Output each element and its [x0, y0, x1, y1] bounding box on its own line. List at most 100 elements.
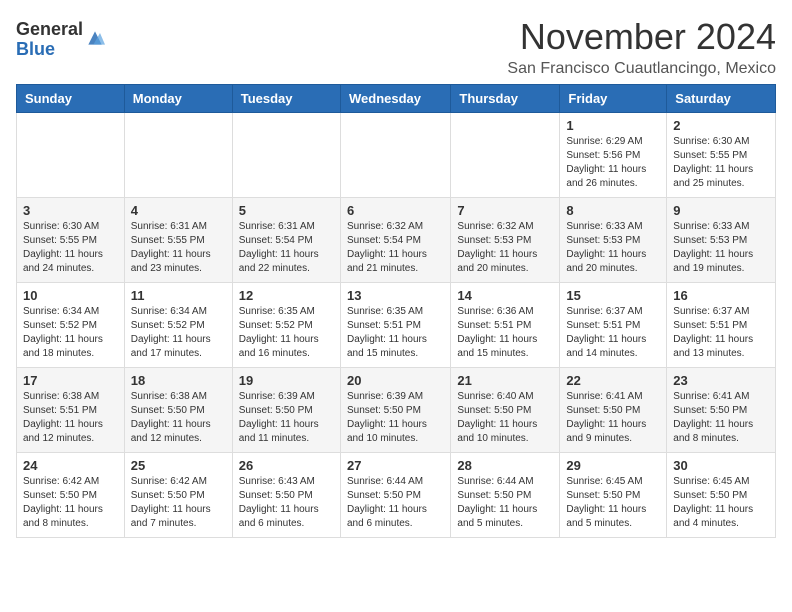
calendar-cell: 14 Sunrise: 6:36 AM Sunset: 5:51 PM Dayli…	[451, 283, 560, 368]
calendar-cell	[451, 113, 560, 198]
day-number: 22	[566, 373, 660, 388]
calendar-cell: 30 Sunrise: 6:45 AM Sunset: 5:50 PM Dayli…	[667, 453, 776, 538]
calendar-day-header: Wednesday	[340, 85, 450, 113]
day-number: 7	[457, 203, 553, 218]
calendar-week-row: 10 Sunrise: 6:34 AM Sunset: 5:52 PM Dayli…	[17, 283, 776, 368]
day-info: Sunrise: 6:29 AM Sunset: 5:56 PM Dayligh…	[566, 135, 660, 191]
calendar-day-header: Monday	[124, 85, 232, 113]
day-info: Sunrise: 6:43 AM Sunset: 5:50 PM Dayligh…	[239, 475, 334, 531]
day-number: 28	[457, 458, 553, 473]
page-header: General Blue November 2024 San Francisco…	[16, 16, 776, 78]
calendar-cell: 5 Sunrise: 6:31 AM Sunset: 5:54 PM Daylig…	[232, 198, 340, 283]
logo: General Blue	[16, 20, 105, 60]
calendar-cell: 10 Sunrise: 6:34 AM Sunset: 5:52 PM Dayli…	[17, 283, 125, 368]
day-number: 26	[239, 458, 334, 473]
calendar-cell: 27 Sunrise: 6:44 AM Sunset: 5:50 PM Dayli…	[340, 453, 450, 538]
day-number: 17	[23, 373, 118, 388]
day-number: 25	[131, 458, 226, 473]
calendar-cell: 29Sunrise: 6:45 AM Sunset: 5:50 PM Dayli…	[560, 453, 667, 538]
day-info: Sunrise: 6:31 AM Sunset: 5:54 PM Dayligh…	[239, 220, 334, 276]
calendar-cell: 25 Sunrise: 6:42 AM Sunset: 5:50 PM Dayli…	[124, 453, 232, 538]
day-info: Sunrise: 6:30 AM Sunset: 5:55 PM Dayligh…	[23, 220, 118, 276]
day-number: 24	[23, 458, 118, 473]
calendar-cell: 9Sunrise: 6:33 AM Sunset: 5:53 PM Daylig…	[667, 198, 776, 283]
day-info: Sunrise: 6:45 AM Sunset: 5:50 PM Dayligh…	[673, 475, 769, 531]
calendar-cell: 3Sunrise: 6:30 AM Sunset: 5:55 PM Daylig…	[17, 198, 125, 283]
month-title: November 2024	[507, 16, 776, 58]
calendar-day-header: Sunday	[17, 85, 125, 113]
day-number: 6	[347, 203, 444, 218]
calendar-cell: 7 Sunrise: 6:32 AM Sunset: 5:53 PM Daylig…	[451, 198, 560, 283]
day-number: 1	[566, 118, 660, 133]
calendar-cell: 16 Sunrise: 6:37 AM Sunset: 5:51 PM Dayli…	[667, 283, 776, 368]
calendar-cell: 4Sunrise: 6:31 AM Sunset: 5:55 PM Daylig…	[124, 198, 232, 283]
day-info: Sunrise: 6:42 AM Sunset: 5:50 PM Dayligh…	[131, 475, 226, 531]
day-number: 5	[239, 203, 334, 218]
day-info: Sunrise: 6:44 AM Sunset: 5:50 PM Dayligh…	[347, 475, 444, 531]
day-info: Sunrise: 6:35 AM Sunset: 5:52 PM Dayligh…	[239, 305, 334, 361]
calendar-cell	[124, 113, 232, 198]
calendar-cell: 1 Sunrise: 6:29 AM Sunset: 5:56 PM Daylig…	[560, 113, 667, 198]
calendar-cell: 19 Sunrise: 6:39 AM Sunset: 5:50 PM Dayli…	[232, 368, 340, 453]
location-subtitle: San Francisco Cuautlancingo, Mexico	[507, 60, 776, 78]
day-number: 16	[673, 288, 769, 303]
day-info: Sunrise: 6:34 AM Sunset: 5:52 PM Dayligh…	[131, 305, 226, 361]
logo-general-text: General	[16, 20, 83, 40]
day-number: 19	[239, 373, 334, 388]
day-number: 29	[566, 458, 660, 473]
day-number: 20	[347, 373, 444, 388]
day-info: Sunrise: 6:35 AM Sunset: 5:51 PM Dayligh…	[347, 305, 444, 361]
calendar-cell: 11 Sunrise: 6:34 AM Sunset: 5:52 PM Dayli…	[124, 283, 232, 368]
calendar-cell: 17 Sunrise: 6:38 AM Sunset: 5:51 PM Dayli…	[17, 368, 125, 453]
day-info: Sunrise: 6:38 AM Sunset: 5:51 PM Dayligh…	[23, 390, 118, 446]
calendar-cell: 28 Sunrise: 6:44 AM Sunset: 5:50 PM Dayli…	[451, 453, 560, 538]
calendar-day-header: Tuesday	[232, 85, 340, 113]
calendar-cell	[17, 113, 125, 198]
day-number: 15	[566, 288, 660, 303]
calendar-cell	[340, 113, 450, 198]
day-info: Sunrise: 6:36 AM Sunset: 5:51 PM Dayligh…	[457, 305, 553, 361]
day-number: 8	[566, 203, 660, 218]
calendar-cell	[232, 113, 340, 198]
calendar-cell: 13Sunrise: 6:35 AM Sunset: 5:51 PM Dayli…	[340, 283, 450, 368]
day-info: Sunrise: 6:41 AM Sunset: 5:50 PM Dayligh…	[566, 390, 660, 446]
calendar-week-row: 3Sunrise: 6:30 AM Sunset: 5:55 PM Daylig…	[17, 198, 776, 283]
day-number: 9	[673, 203, 769, 218]
day-info: Sunrise: 6:44 AM Sunset: 5:50 PM Dayligh…	[457, 475, 553, 531]
day-info: Sunrise: 6:39 AM Sunset: 5:50 PM Dayligh…	[239, 390, 334, 446]
calendar-cell: 21Sunrise: 6:40 AM Sunset: 5:50 PM Dayli…	[451, 368, 560, 453]
calendar-table: SundayMondayTuesdayWednesdayThursdayFrid…	[16, 84, 776, 538]
day-number: 2	[673, 118, 769, 133]
logo-blue-text: Blue	[16, 40, 83, 60]
day-info: Sunrise: 6:41 AM Sunset: 5:50 PM Dayligh…	[673, 390, 769, 446]
calendar-cell: 6Sunrise: 6:32 AM Sunset: 5:54 PM Daylig…	[340, 198, 450, 283]
calendar-week-row: 17 Sunrise: 6:38 AM Sunset: 5:51 PM Dayli…	[17, 368, 776, 453]
calendar-cell: 23 Sunrise: 6:41 AM Sunset: 5:50 PM Dayli…	[667, 368, 776, 453]
day-number: 18	[131, 373, 226, 388]
calendar-header-row: SundayMondayTuesdayWednesdayThursdayFrid…	[17, 85, 776, 113]
day-number: 4	[131, 203, 226, 218]
calendar-cell: 8Sunrise: 6:33 AM Sunset: 5:53 PM Daylig…	[560, 198, 667, 283]
calendar-day-header: Friday	[560, 85, 667, 113]
day-info: Sunrise: 6:40 AM Sunset: 5:50 PM Dayligh…	[457, 390, 553, 446]
day-number: 10	[23, 288, 118, 303]
logo-icon	[85, 28, 105, 48]
calendar-day-header: Saturday	[667, 85, 776, 113]
calendar-cell: 18 Sunrise: 6:38 AM Sunset: 5:50 PM Dayli…	[124, 368, 232, 453]
day-info: Sunrise: 6:38 AM Sunset: 5:50 PM Dayligh…	[131, 390, 226, 446]
calendar-week-row: 24 Sunrise: 6:42 AM Sunset: 5:50 PM Dayli…	[17, 453, 776, 538]
day-number: 27	[347, 458, 444, 473]
day-number: 30	[673, 458, 769, 473]
calendar-cell: 20Sunrise: 6:39 AM Sunset: 5:50 PM Dayli…	[340, 368, 450, 453]
day-info: Sunrise: 6:42 AM Sunset: 5:50 PM Dayligh…	[23, 475, 118, 531]
day-info: Sunrise: 6:32 AM Sunset: 5:53 PM Dayligh…	[457, 220, 553, 276]
day-info: Sunrise: 6:37 AM Sunset: 5:51 PM Dayligh…	[566, 305, 660, 361]
day-number: 14	[457, 288, 553, 303]
calendar-day-header: Thursday	[451, 85, 560, 113]
day-info: Sunrise: 6:37 AM Sunset: 5:51 PM Dayligh…	[673, 305, 769, 361]
calendar-cell: 26 Sunrise: 6:43 AM Sunset: 5:50 PM Dayli…	[232, 453, 340, 538]
day-number: 23	[673, 373, 769, 388]
title-area: November 2024 San Francisco Cuautlancing…	[507, 16, 776, 78]
day-info: Sunrise: 6:34 AM Sunset: 5:52 PM Dayligh…	[23, 305, 118, 361]
day-number: 11	[131, 288, 226, 303]
